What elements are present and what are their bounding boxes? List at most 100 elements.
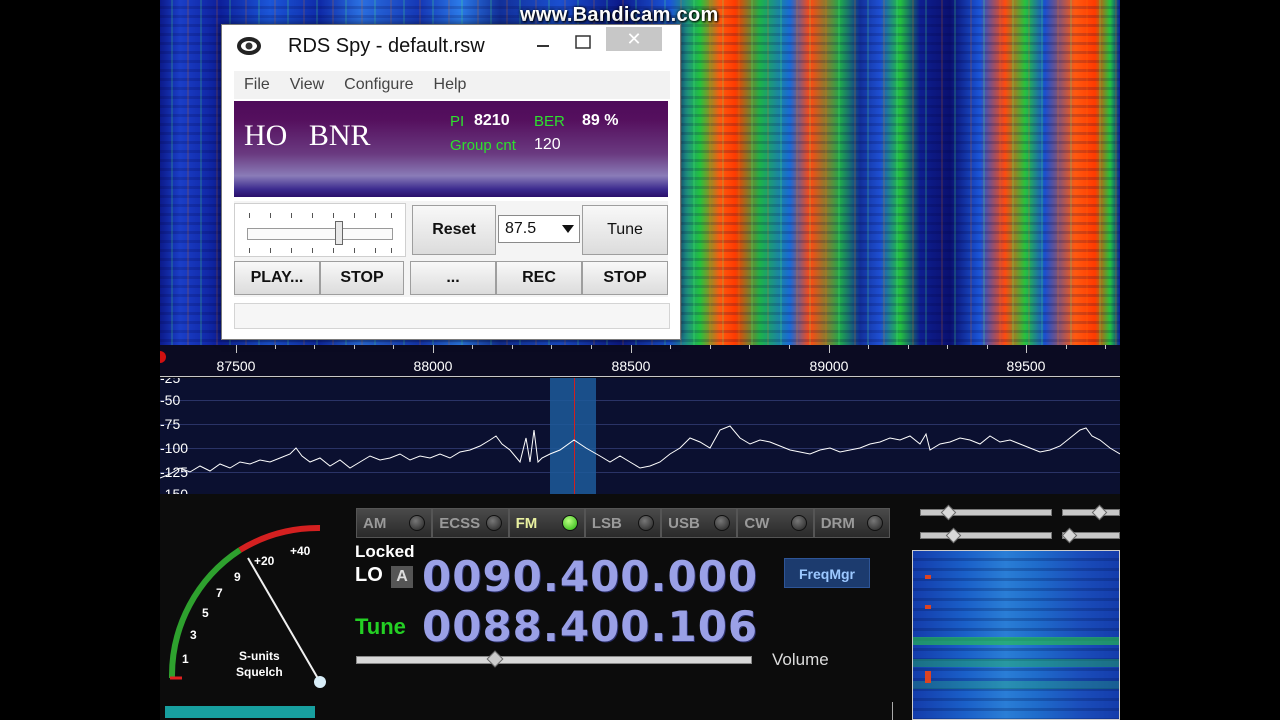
mini-waterfall-marker: [925, 671, 931, 683]
mode-am-button[interactable]: AM: [356, 508, 433, 538]
slider-tick: [375, 248, 376, 253]
axis-tick: [749, 345, 750, 349]
rds-spy-app-icon: [237, 37, 261, 55]
mode-led-active: [561, 515, 578, 531]
rds-info-display: HO BNR PI 8210 BER 89 % Group cnt 120: [234, 101, 668, 197]
tune-label: Tune: [355, 614, 406, 639]
stop-playback-button[interactable]: STOP: [320, 261, 404, 295]
mode-ecss-button[interactable]: ECSS: [432, 508, 509, 538]
browse-button[interactable]: ...: [410, 261, 496, 295]
close-icon: ✕: [626, 28, 642, 49]
mini-waterfall[interactable]: [912, 550, 1120, 720]
menu-file[interactable]: File: [234, 76, 280, 94]
axis-label: 88500: [611, 358, 651, 374]
right-slider-3[interactable]: [920, 532, 1052, 539]
maximize-button[interactable]: [568, 29, 598, 55]
mode-led: [790, 515, 807, 531]
window-titlebar[interactable]: RDS Spy - default.rsw ✕: [222, 25, 680, 67]
close-button[interactable]: ✕: [606, 27, 662, 51]
divider: [892, 702, 893, 720]
s-units-label: S-units: [239, 649, 280, 663]
axis-tick: [710, 345, 711, 349]
slider-tick: [291, 248, 292, 253]
db-label: -75: [160, 416, 181, 432]
frequency-select[interactable]: 87.5: [498, 215, 580, 243]
mode-cw-button[interactable]: CW: [737, 508, 814, 538]
receiver-controls: 1 3 5 7 9 +20 +40 S-units Squelch AM ECS…: [160, 494, 1120, 720]
axis-tick: [591, 345, 592, 349]
axis-label: 89500: [1006, 358, 1046, 374]
play-button[interactable]: PLAY...: [234, 261, 320, 295]
mode-label: USB: [668, 514, 700, 532]
frequency-axis[interactable]: 87500 88000 88500 89000 89500: [160, 345, 1120, 377]
mode-lsb-button[interactable]: LSB: [584, 508, 662, 538]
slider-tick: [249, 248, 250, 253]
chevron-down-icon: [562, 225, 574, 233]
axis-tick: [354, 345, 355, 349]
signal-level-bar: [165, 706, 315, 718]
group-count-label: Group cnt: [450, 137, 516, 154]
stop-record-button[interactable]: STOP: [582, 261, 668, 295]
axis-tick: [472, 345, 473, 349]
lo-a-button[interactable]: A: [391, 566, 413, 588]
axis-tick: [275, 345, 276, 349]
mini-waterfall-band: [913, 681, 1119, 689]
position-slider-track[interactable]: [247, 228, 393, 240]
minimize-button[interactable]: [528, 29, 558, 55]
s-scale-label: +40: [290, 544, 311, 558]
volume-label: Volume: [772, 650, 829, 669]
mode-led: [866, 515, 883, 531]
s-meter[interactable]: 1 3 5 7 9 +20 +40 S-units Squelch: [160, 510, 330, 690]
axis-tick: [670, 345, 671, 349]
spectrum-display[interactable]: -25 -50 -75 -100 -125 -150: [160, 378, 1120, 494]
mode-fm-button[interactable]: FM: [508, 508, 585, 538]
s-scale-label: 3: [190, 628, 197, 642]
mode-led: [638, 515, 655, 531]
axis-tick: [236, 345, 237, 353]
mode-label: ECSS: [439, 514, 481, 532]
slider-tick: [312, 213, 313, 218]
mode-drm-button[interactable]: DRM: [813, 508, 890, 538]
tune-frequency-display[interactable]: 0088.400.106: [422, 602, 758, 651]
right-slider-4-thumb[interactable]: [1061, 527, 1078, 544]
freqmgr-button[interactable]: FreqMgr: [784, 558, 870, 588]
axis-tick: [947, 345, 948, 349]
slider-tick: [391, 213, 392, 218]
volume-slider-thumb[interactable]: [486, 650, 504, 668]
mode-label: LSB: [591, 514, 622, 532]
right-slider-2-thumb[interactable]: [1091, 504, 1108, 521]
db-label: -125: [160, 464, 189, 480]
record-button[interactable]: REC: [496, 261, 582, 295]
position-slider-thumb[interactable]: [334, 221, 343, 245]
slider-tick: [249, 213, 250, 218]
group-count-value: 120: [534, 136, 561, 153]
slider-tick: [354, 213, 355, 218]
s-scale-label: 1: [182, 652, 189, 666]
right-slider-3-thumb[interactable]: [945, 527, 962, 544]
pi-value: 8210: [474, 112, 510, 129]
menu-configure[interactable]: Configure: [334, 76, 423, 94]
mode-usb-button[interactable]: USB: [661, 508, 738, 538]
slider-tick: [312, 248, 313, 253]
tune-button[interactable]: Tune: [582, 205, 668, 255]
lo-frequency-display[interactable]: 0090.400.000: [422, 552, 758, 601]
mode-led: [409, 515, 426, 531]
mini-waterfall-marker: [925, 605, 931, 609]
mini-waterfall-marker: [925, 575, 931, 579]
slider-tick: [354, 248, 355, 253]
lock-status: Locked: [355, 542, 415, 561]
screen: www.Bandicam.com 87500 88000 88500 89000…: [0, 0, 1280, 720]
axis-tick: [829, 345, 830, 353]
right-slider-1-thumb[interactable]: [940, 504, 957, 521]
volume-slider-track[interactable]: [356, 656, 752, 664]
lo-label: LO: [355, 564, 383, 586]
mini-waterfall-band: [913, 637, 1119, 645]
menu-help[interactable]: Help: [424, 76, 477, 94]
slider-tick: [291, 213, 292, 218]
reset-button[interactable]: Reset: [412, 205, 496, 255]
s-scale-label: 7: [216, 586, 223, 600]
position-slider[interactable]: [234, 203, 406, 257]
db-label: -100: [160, 440, 189, 456]
menu-view[interactable]: View: [280, 76, 334, 94]
axis-tick: [314, 345, 315, 349]
